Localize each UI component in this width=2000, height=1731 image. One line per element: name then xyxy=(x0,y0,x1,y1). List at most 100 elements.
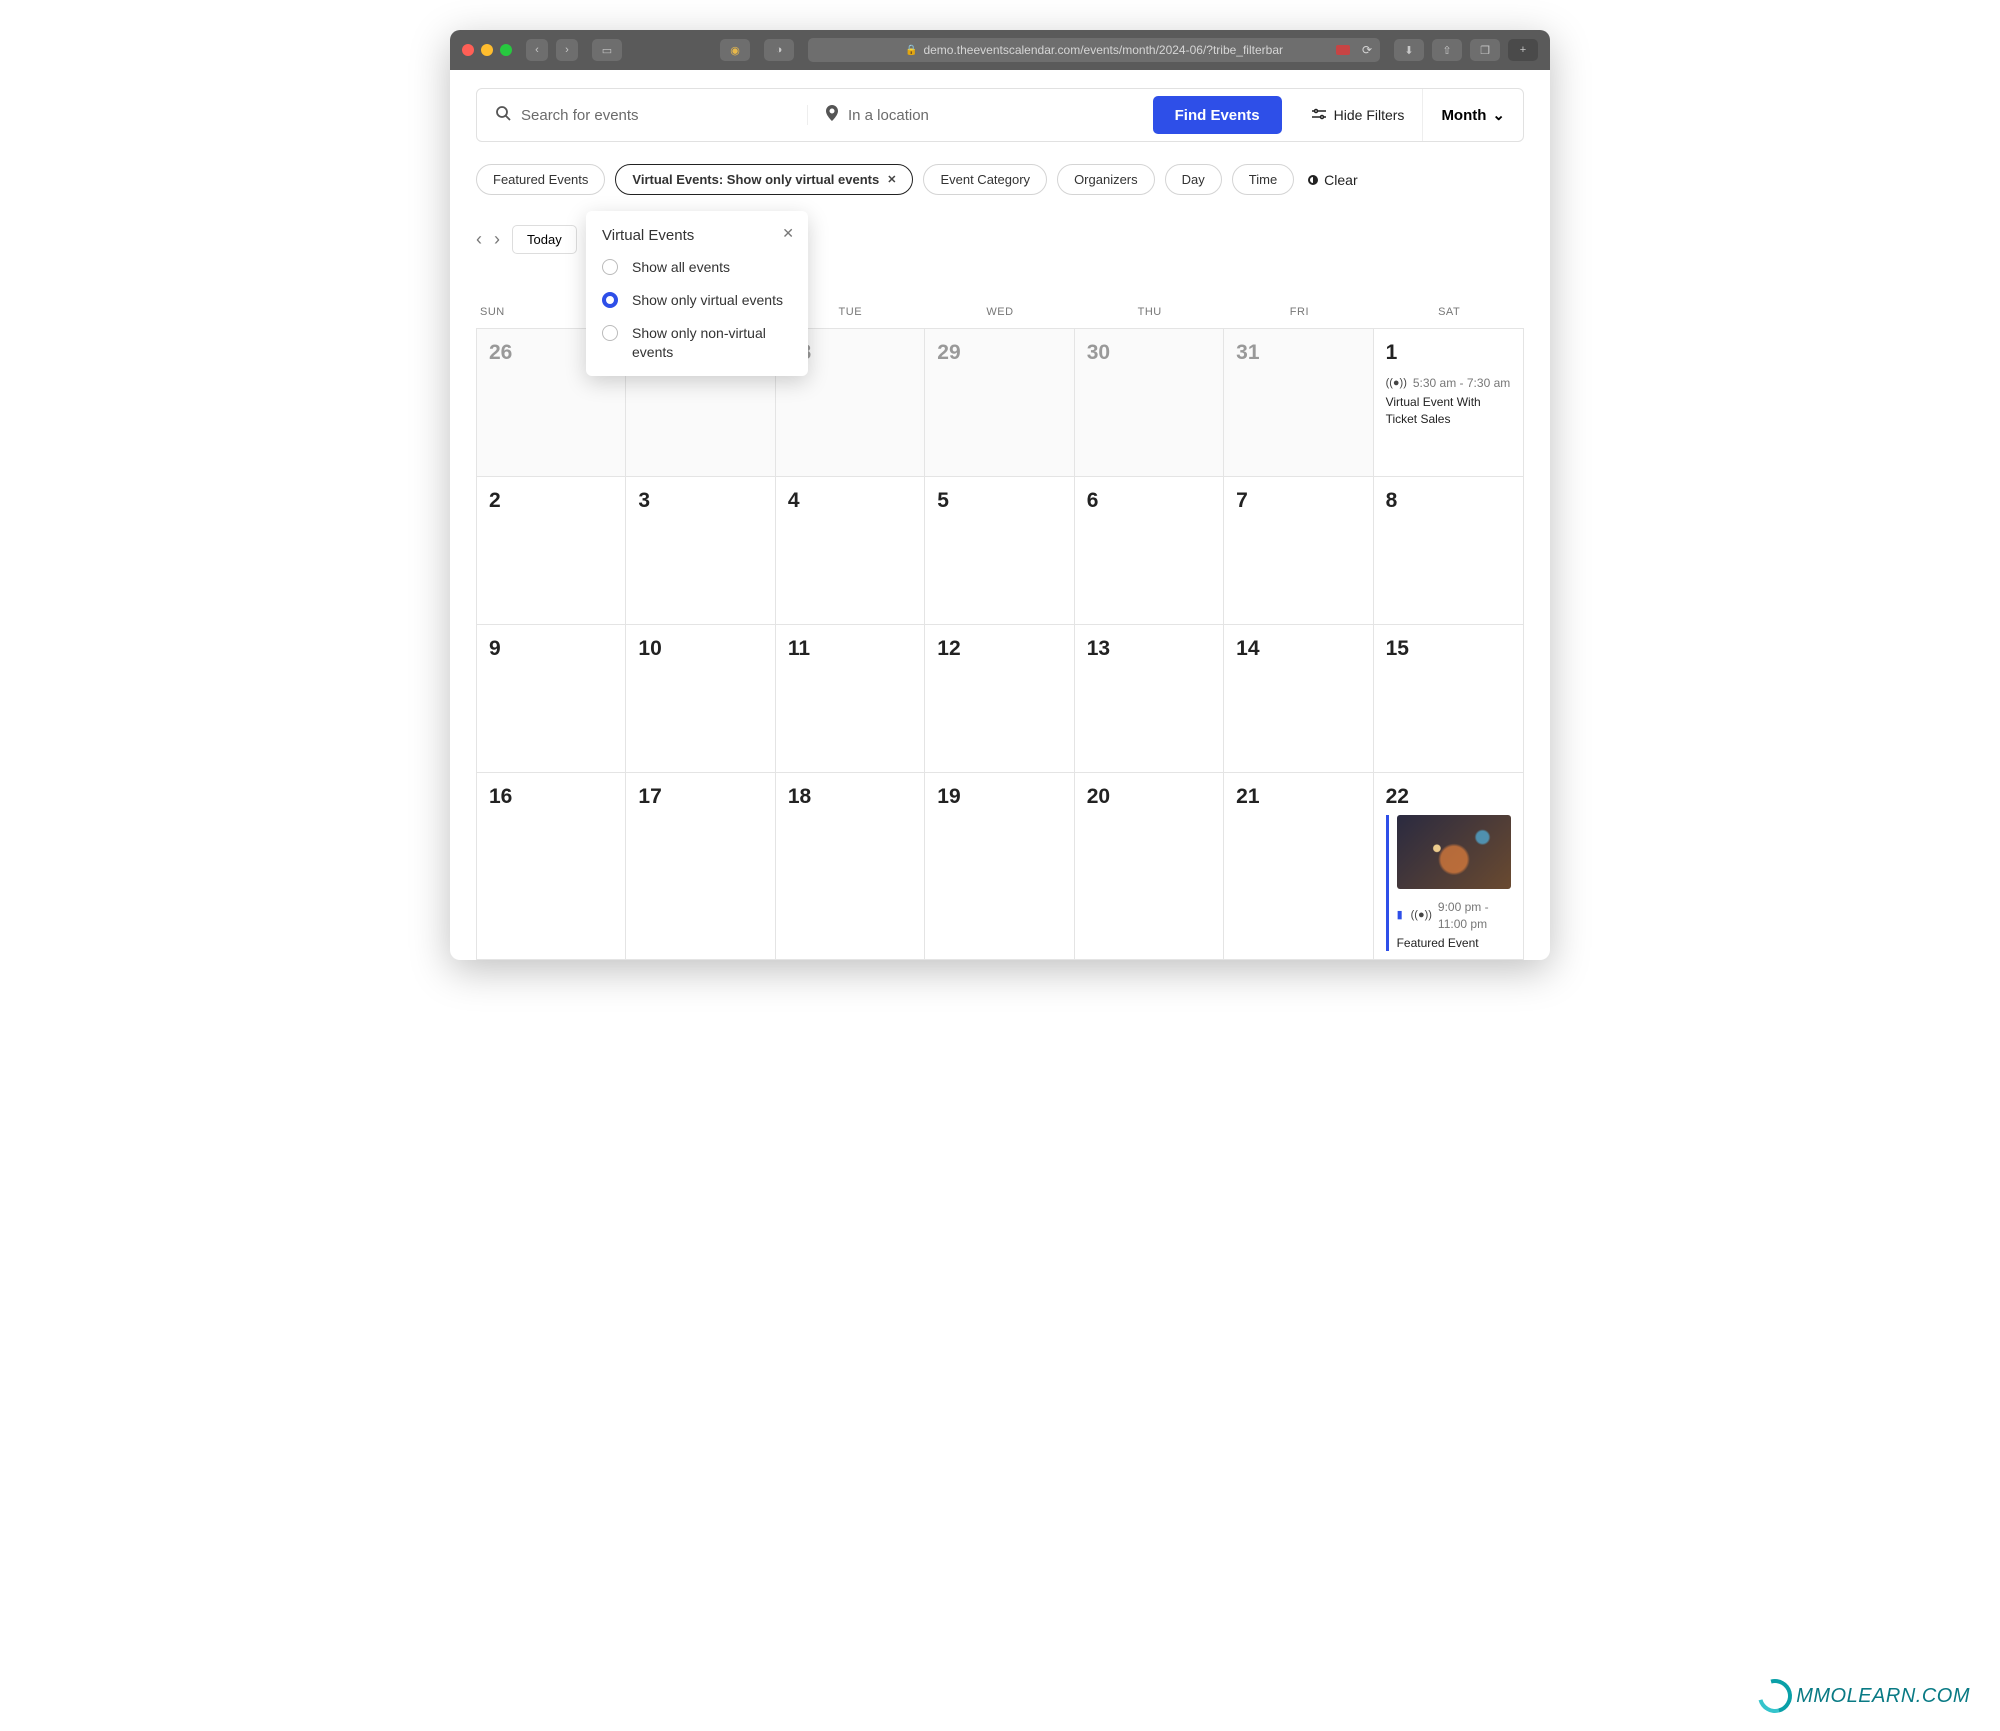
watermark-logo-icon xyxy=(1752,1673,1798,1719)
day-header: SAT xyxy=(1374,306,1524,318)
maximize-window-button[interactable] xyxy=(500,44,512,56)
calendar-cell[interactable]: 16 xyxy=(477,773,626,960)
event-time: 5:30 am - 7:30 am xyxy=(1413,375,1510,392)
calendar-cell[interactable]: 17 xyxy=(626,773,775,960)
day-number: 29 xyxy=(937,341,1061,365)
day-number: 20 xyxy=(1087,785,1211,809)
find-events-button[interactable]: Find Events xyxy=(1153,96,1282,134)
pill-time[interactable]: Time xyxy=(1232,164,1294,195)
reload-icon[interactable]: ⟳ xyxy=(1362,43,1372,57)
prev-month-button[interactable]: ‹ xyxy=(476,229,482,250)
day-number: 13 xyxy=(1087,637,1211,661)
day-number: 30 xyxy=(1087,341,1211,365)
option-label: Show all events xyxy=(632,258,730,277)
day-number: 31 xyxy=(1236,341,1360,365)
close-popover-icon[interactable]: ✕ xyxy=(782,225,794,242)
calendar-cell[interactable]: 7 xyxy=(1224,477,1373,625)
next-month-button[interactable]: › xyxy=(494,229,500,250)
day-number: 1 xyxy=(1386,341,1511,365)
lock-icon: 🔒 xyxy=(905,45,917,56)
day-number: 18 xyxy=(788,785,912,809)
calendar-cell[interactable]: 19 xyxy=(925,773,1074,960)
calendar-cell[interactable]: 9 xyxy=(477,625,626,773)
day-number: 11 xyxy=(788,637,912,661)
calendar-cell[interactable]: 3 xyxy=(626,477,775,625)
calendar-cell[interactable]: 6 xyxy=(1075,477,1224,625)
back-button[interactable]: ‹ xyxy=(526,39,548,61)
calendar-cell[interactable]: 10 xyxy=(626,625,775,773)
calendar-cell[interactable]: 14 xyxy=(1224,625,1373,773)
calendar-cell[interactable]: 11 xyxy=(776,625,925,773)
new-tab-button[interactable]: + xyxy=(1508,39,1538,61)
calendar-cell[interactable]: 1 ((●)) 5:30 am - 7:30 amVirtual Event Wi… xyxy=(1374,329,1523,477)
day-header: FRI xyxy=(1225,306,1375,318)
watermark-text: MMOLEARN.COM xyxy=(1796,1685,1970,1708)
calendar-cell[interactable]: 21 xyxy=(1224,773,1373,960)
search-events-input[interactable]: Search for events xyxy=(477,105,807,125)
calendar-cell[interactable]: 22 ▮((●)) 9:00 pm - 11:00 pmFeatured Even… xyxy=(1374,773,1523,960)
browser-window: ‹ › ▭ ◉ ◑ 🔒 demo.theeventscalendar.com/e… xyxy=(450,30,1550,960)
day-number: 14 xyxy=(1236,637,1360,661)
day-number: 3 xyxy=(638,489,762,513)
calendar-cell[interactable]: 20 xyxy=(1075,773,1224,960)
calendar-cell[interactable]: 13 xyxy=(1075,625,1224,773)
sliders-icon xyxy=(1312,107,1326,124)
calendar-cell[interactable]: 12 xyxy=(925,625,1074,773)
calendar-cell[interactable]: 2 xyxy=(477,477,626,625)
day-number: 4 xyxy=(788,489,912,513)
location-input[interactable]: In a location xyxy=(807,105,1153,125)
forward-button[interactable]: › xyxy=(556,39,578,61)
day-number: 19 xyxy=(937,785,1061,809)
day-header: WED xyxy=(925,306,1075,318)
pill-day[interactable]: Day xyxy=(1165,164,1222,195)
shield-icon[interactable]: ◑ xyxy=(764,39,794,61)
remove-filter-icon[interactable]: ✕ xyxy=(887,173,896,186)
sidebar-toggle-icon[interactable]: ▭ xyxy=(592,39,622,61)
watermark: MMOLEARN.COM xyxy=(1758,1679,1970,1713)
day-number: 16 xyxy=(489,785,613,809)
page-content: Search for events In a location Find Eve… xyxy=(450,70,1550,960)
location-pin-icon xyxy=(826,105,838,125)
featured-event-item[interactable]: ▮((●)) 9:00 pm - 11:00 pmFeatured Event xyxy=(1386,815,1511,951)
day-number: 15 xyxy=(1386,637,1511,661)
virtual-icon: ((●)) xyxy=(1386,376,1407,391)
calendar-cell[interactable]: 29 xyxy=(925,329,1074,477)
url-bar[interactable]: 🔒 demo.theeventscalendar.com/events/mont… xyxy=(808,38,1380,62)
today-button[interactable]: Today xyxy=(512,225,577,254)
hide-filters-toggle[interactable]: Hide Filters xyxy=(1294,107,1423,124)
pill-organizers[interactable]: Organizers xyxy=(1057,164,1155,195)
filter-pills-row: Featured Events Virtual Events: Show onl… xyxy=(476,164,1524,195)
minimize-window-button[interactable] xyxy=(481,44,493,56)
option-show-virtual[interactable]: Show only virtual events xyxy=(602,291,792,310)
calendar-cell[interactable]: 31 xyxy=(1224,329,1373,477)
day-number: 21 xyxy=(1236,785,1360,809)
clear-filters-button[interactable]: Clear xyxy=(1308,172,1357,188)
location-placeholder: In a location xyxy=(848,107,929,124)
option-show-non-virtual[interactable]: Show only non-virtual events xyxy=(602,324,792,362)
day-number: 2 xyxy=(489,489,613,513)
view-selector[interactable]: Month ⌄ xyxy=(1422,89,1523,141)
calendar-cell[interactable]: 4 xyxy=(776,477,925,625)
day-number: 17 xyxy=(638,785,762,809)
calendar-cell[interactable]: 8 xyxy=(1374,477,1523,625)
popover-title: Virtual Events xyxy=(602,227,792,244)
calendar-grid: 2627282930311((●)) 5:30 am - 7:30 amVirt… xyxy=(476,328,1524,960)
calendar-cell[interactable]: 30 xyxy=(1075,329,1224,477)
extension-icon[interactable]: ◉ xyxy=(720,39,750,61)
downloads-icon[interactable]: ⬇ xyxy=(1394,39,1424,61)
pill-event-category[interactable]: Event Category xyxy=(923,164,1047,195)
calendar-cell[interactable]: 18 xyxy=(776,773,925,960)
search-placeholder: Search for events xyxy=(521,107,639,124)
day-number: 22 xyxy=(1386,785,1511,809)
option-show-all[interactable]: Show all events xyxy=(602,258,792,277)
day-number: 8 xyxy=(1386,489,1511,513)
tabs-icon[interactable]: ❐ xyxy=(1470,39,1500,61)
calendar-cell[interactable]: 15 xyxy=(1374,625,1523,773)
view-label: Month xyxy=(1441,107,1486,124)
pill-featured-events[interactable]: Featured Events xyxy=(476,164,605,195)
close-window-button[interactable] xyxy=(462,44,474,56)
share-icon[interactable]: ⇧ xyxy=(1432,39,1462,61)
calendar-cell[interactable]: 5 xyxy=(925,477,1074,625)
pill-virtual-events[interactable]: Virtual Events: Show only virtual events… xyxy=(615,164,913,195)
event-item[interactable]: ((●)) 5:30 am - 7:30 amVirtual Event Wit… xyxy=(1386,375,1511,427)
